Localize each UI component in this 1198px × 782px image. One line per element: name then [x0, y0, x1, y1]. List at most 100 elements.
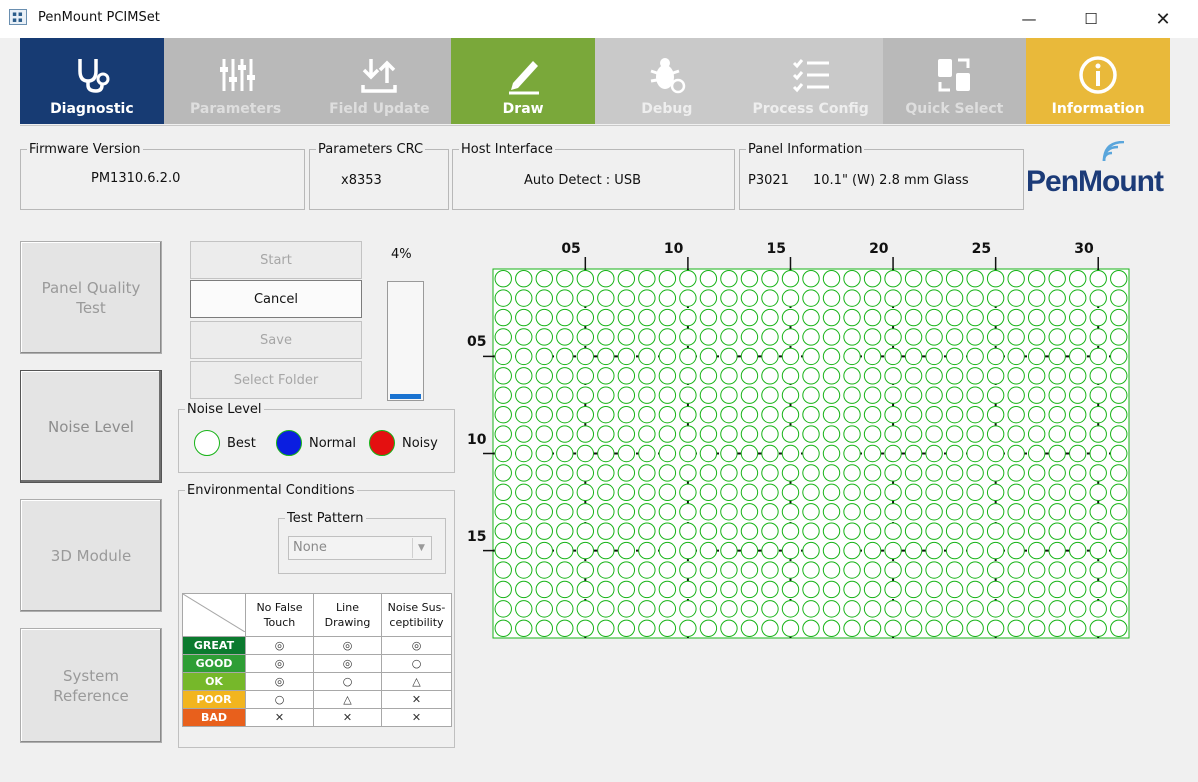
legend-normal-label: Normal [309, 435, 357, 451]
grid-node [515, 600, 533, 618]
chevron-down-icon: ▼ [412, 538, 430, 558]
close-button[interactable]: ✕ [1140, 4, 1186, 34]
grid-node [1069, 522, 1087, 540]
grid-node [638, 580, 656, 599]
grid-node [556, 347, 574, 366]
grid-node [597, 541, 615, 560]
grid-node [1110, 405, 1128, 424]
save-button[interactable]: Save [190, 321, 362, 359]
grid-node [1089, 619, 1107, 637]
tab-field-update[interactable]: Field Update [307, 38, 452, 124]
grid-node [863, 308, 882, 327]
grid-node [1069, 367, 1087, 385]
grid-node [494, 425, 512, 443]
test-pattern-select[interactable]: None ▼ [288, 536, 432, 560]
panel-quality-test-button[interactable]: Panel Quality Test [20, 241, 162, 354]
grid-node [925, 503, 943, 521]
minimize-button[interactable]: — [1006, 4, 1052, 34]
start-button[interactable]: Start [190, 241, 362, 279]
grid-node [679, 580, 697, 599]
grid-node [966, 444, 984, 463]
grid-node [884, 464, 902, 482]
grid-node [515, 580, 533, 599]
grid-node [679, 541, 697, 560]
tab-quick-select[interactable]: Quick Select [882, 38, 1027, 124]
maximize-button[interactable]: ☐ [1068, 4, 1114, 34]
legend-noisy-label: Noisy [402, 435, 438, 451]
3d-module-button[interactable]: 3D Module [20, 499, 162, 612]
grid-node [658, 503, 677, 521]
tab-diagnostic[interactable]: Diagnostic [20, 38, 164, 124]
grid-node [515, 308, 533, 327]
level-great: GREAT [182, 636, 246, 655]
grid-node [945, 483, 964, 502]
grid-node [781, 600, 800, 618]
panel-desc-value: 10.1" (W) 2.8 mm Glass [813, 173, 969, 188]
grid-node [597, 270, 615, 288]
grid-node [576, 347, 595, 366]
grid-node [843, 308, 861, 327]
grid-node [1048, 600, 1066, 618]
grid-node [1027, 405, 1046, 424]
grid-node [884, 503, 902, 521]
grid-node [740, 289, 759, 307]
grid-node [1110, 347, 1128, 366]
grid-node [1089, 522, 1107, 540]
grid-node [925, 347, 943, 366]
level-bad: BAD [182, 708, 246, 727]
grid-node [904, 347, 923, 366]
system-reference-button[interactable]: System Reference [20, 628, 162, 743]
grid-node [638, 308, 656, 327]
grid-node [1007, 600, 1025, 618]
grid-node [1048, 289, 1066, 307]
grid-node [720, 541, 738, 560]
grid-node [1069, 347, 1087, 366]
tab-debug[interactable]: Debug [595, 38, 739, 124]
panel-id-value: P3021 [748, 173, 789, 188]
grid-node [556, 367, 574, 385]
grid-node [904, 580, 923, 599]
grid-node [638, 503, 656, 521]
noise-level-button[interactable]: Noise Level [20, 370, 162, 483]
grid-node [761, 425, 779, 443]
grid-node [597, 580, 615, 599]
grid-node [1110, 580, 1128, 599]
cancel-button[interactable]: Cancel [190, 280, 362, 318]
grid-node [1027, 580, 1046, 599]
grid-node [679, 503, 697, 521]
grid-node [945, 503, 964, 521]
grid-node [1089, 503, 1107, 521]
tab-draw[interactable]: Draw [451, 38, 595, 124]
grid-node [576, 444, 595, 463]
grid-node [638, 561, 656, 579]
grid-node [1027, 541, 1046, 560]
grid-node [781, 405, 800, 424]
grid-node [1069, 289, 1087, 307]
tab-process-config[interactable]: Process Config [738, 38, 883, 124]
grid-node [740, 328, 759, 346]
grid-node [945, 289, 964, 307]
select-folder-button[interactable]: Select Folder [190, 361, 362, 399]
grid-node [904, 405, 923, 424]
tab-information[interactable]: Information [1026, 38, 1170, 124]
grid-node [761, 347, 779, 366]
grid-node [863, 464, 882, 482]
grid-node [884, 561, 902, 579]
grid-node [679, 367, 697, 385]
tab-parameters[interactable]: Parameters [163, 38, 308, 124]
grid-node [945, 367, 964, 385]
grid-node [1048, 522, 1066, 540]
grid-node [1007, 483, 1025, 502]
grid-node [802, 270, 820, 288]
grid-node [740, 503, 759, 521]
grid-node [679, 619, 697, 637]
grid-node [843, 619, 861, 637]
grid-node [822, 308, 841, 327]
grid-node [1110, 600, 1128, 618]
grid-node [1089, 405, 1107, 424]
grid-node [822, 619, 841, 637]
grid-node [720, 600, 738, 618]
grid-node [720, 289, 738, 307]
grid-node [884, 289, 902, 307]
grid-node [1048, 541, 1066, 560]
